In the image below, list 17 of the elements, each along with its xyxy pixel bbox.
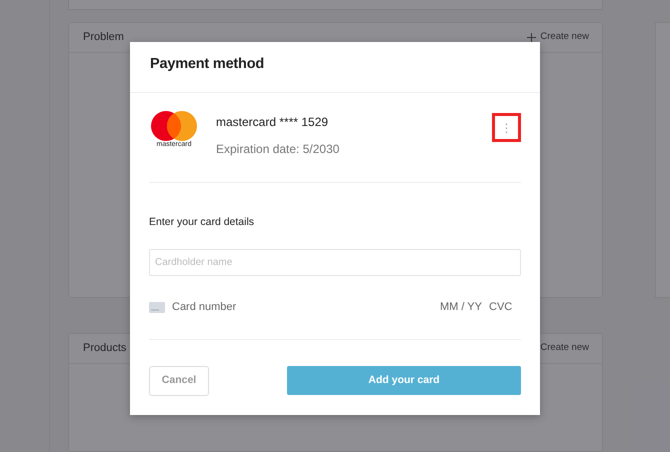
expiry-field[interactable]: MM / YY bbox=[440, 298, 486, 316]
cvc-field[interactable]: CVC bbox=[489, 298, 515, 316]
form-heading: Enter your card details bbox=[149, 215, 256, 230]
panel-title: Products bbox=[83, 341, 126, 356]
credit-card-icon bbox=[149, 302, 165, 312]
cardholder-name-field[interactable]: Cardholder name bbox=[149, 248, 521, 276]
create-new-link[interactable]: Create new bbox=[540, 341, 589, 356]
cancel-button[interactable]: Cancel bbox=[149, 366, 209, 396]
more-options-button[interactable]: ⋮ bbox=[492, 113, 521, 142]
card-number-field[interactable]: Card number bbox=[172, 298, 372, 316]
card-name: mastercard **** 1529 bbox=[216, 114, 330, 131]
add-card-button[interactable]: Add your card bbox=[287, 366, 521, 396]
create-new-link[interactable]: Create new bbox=[527, 30, 589, 45]
expiration-date: Expiration date: 5/2030 bbox=[216, 141, 340, 158]
mastercard-logo-icon bbox=[150, 111, 198, 141]
panel-title: Problem bbox=[83, 30, 124, 46]
modal-title: Payment method bbox=[150, 55, 266, 74]
